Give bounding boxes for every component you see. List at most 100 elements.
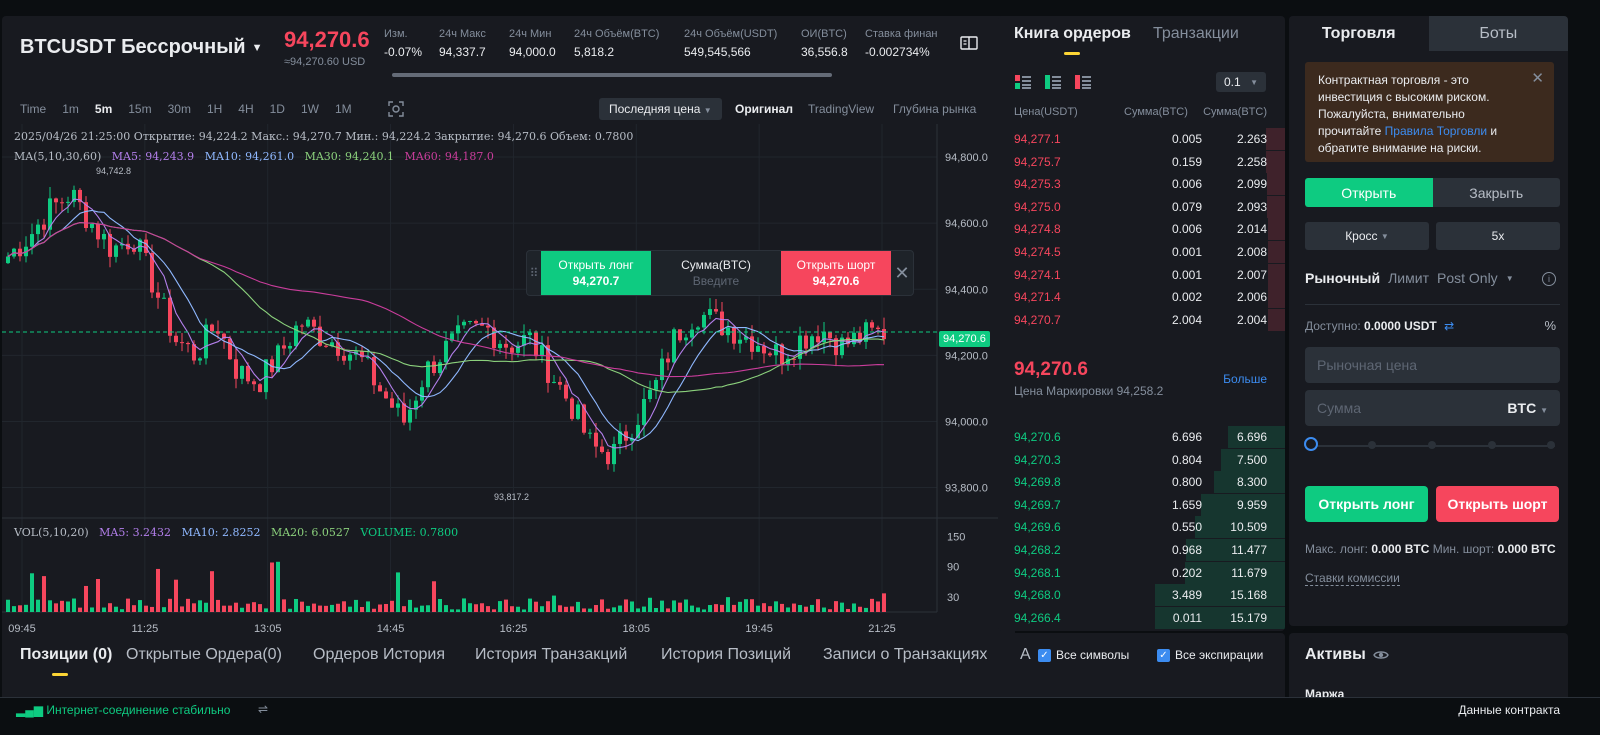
amount-unit-select[interactable]: BTC ▼ bbox=[1507, 400, 1548, 416]
order-type-limit[interactable]: Лимит bbox=[1388, 270, 1429, 286]
bid-row[interactable]: 94,268.0 3.489 15.168 bbox=[998, 584, 1285, 607]
bid-row[interactable]: 94,266.4 0.011 15.179 bbox=[998, 606, 1285, 629]
candle-body bbox=[144, 239, 148, 253]
positions-tab[interactable]: Записи о Транзакциях bbox=[823, 646, 987, 664]
book-size: 1.659 bbox=[1171, 497, 1202, 512]
stat-change: Изм. -0.07% bbox=[384, 28, 423, 59]
candle-body bbox=[60, 202, 64, 204]
close-tab[interactable]: Закрыть bbox=[1432, 178, 1560, 207]
book-icon[interactable] bbox=[960, 35, 978, 51]
open-long-button[interactable]: Открыть лонг bbox=[1305, 486, 1428, 522]
slider-step[interactable] bbox=[1368, 441, 1376, 449]
tab-orderbook[interactable]: Книга ордеров bbox=[1014, 25, 1131, 43]
view-depth[interactable]: Глубина рынка bbox=[893, 102, 976, 116]
book-bids-icon[interactable] bbox=[1044, 74, 1062, 90]
volume-bar bbox=[156, 568, 160, 612]
market-price-input[interactable] bbox=[1305, 347, 1560, 383]
timeframe-1d[interactable]: 1D bbox=[270, 102, 285, 116]
orderbook-panel: Книга ордеров Транзакции 0.1 ▼ Цена(USDT)… bbox=[998, 16, 1285, 631]
candle-body bbox=[606, 451, 610, 465]
tab-trade[interactable]: Торговля bbox=[1289, 16, 1429, 51]
book-both-icon[interactable] bbox=[1014, 74, 1032, 90]
ask-row[interactable]: 94,274.1 0.001 2.007 bbox=[998, 263, 1285, 286]
book-asks-icon[interactable] bbox=[1074, 74, 1092, 90]
order-type-market[interactable]: Рыночный bbox=[1305, 270, 1380, 286]
positions-tab[interactable]: Открытые Ордера(0) bbox=[126, 646, 282, 664]
timeframe-1w[interactable]: 1W bbox=[301, 102, 319, 116]
candle-body bbox=[690, 329, 694, 338]
book-price: 94,270.6 bbox=[1014, 430, 1061, 444]
bid-row[interactable]: 94,268.1 0.202 11.679 bbox=[998, 561, 1285, 584]
timeframe-15m[interactable]: 15m bbox=[128, 102, 151, 116]
positions-tab[interactable]: А bbox=[1020, 646, 1031, 664]
ask-row[interactable]: 94,270.7 2.004 2.004 bbox=[998, 308, 1285, 331]
bid-row[interactable]: 94,270.6 6.696 6.696 bbox=[998, 426, 1285, 448]
ask-row[interactable]: 94,275.3 0.006 2.099 bbox=[998, 173, 1285, 196]
y-tick-label: 94,800.0 bbox=[945, 152, 988, 164]
settings-sliders-icon[interactable]: ⇌ bbox=[258, 702, 268, 716]
timeframe-1m[interactable]: 1M bbox=[335, 102, 352, 116]
bid-row[interactable]: 94,269.6 0.550 10.509 bbox=[998, 516, 1285, 539]
order-type-postonly[interactable]: Post Only bbox=[1437, 270, 1498, 286]
info-icon[interactable]: i bbox=[1542, 272, 1556, 286]
leverage-select[interactable]: 5x bbox=[1436, 222, 1560, 250]
more-link[interactable]: Больше bbox=[1223, 372, 1267, 386]
bid-row[interactable]: 94,270.3 0.804 7.500 bbox=[998, 448, 1285, 471]
candle-body bbox=[252, 381, 256, 385]
ask-row[interactable]: 94,275.7 0.159 2.258 bbox=[998, 150, 1285, 173]
positions-tab[interactable]: История Позиций bbox=[661, 646, 791, 664]
positions-tab[interactable]: Позиции (0) bbox=[20, 646, 112, 664]
bid-row[interactable]: 94,269.7 1.659 9.959 bbox=[998, 493, 1285, 516]
ask-row[interactable]: 94,277.1 0.005 2.263 bbox=[998, 128, 1285, 150]
drag-handle-icon[interactable]: ⠿ bbox=[527, 251, 541, 295]
calculator-icon[interactable]: % bbox=[1544, 318, 1556, 333]
price-type-select[interactable]: Последняя цена ▼ bbox=[599, 98, 722, 120]
screenshot-icon[interactable] bbox=[387, 100, 405, 118]
slider-step[interactable] bbox=[1488, 441, 1496, 449]
chevron-down-icon[interactable]: ▼ bbox=[1506, 274, 1514, 283]
ask-row[interactable]: 94,275.0 0.079 2.093 bbox=[998, 195, 1285, 218]
popup-quantity-input[interactable]: Сумма(BTC) Введите bbox=[651, 251, 781, 295]
all-symbols-checkbox[interactable]: ✓ Все символы bbox=[1038, 648, 1129, 662]
close-icon[interactable]: ✕ bbox=[1531, 70, 1544, 87]
view-original[interactable]: Оригинал bbox=[735, 102, 793, 116]
slider-step[interactable] bbox=[1547, 441, 1555, 449]
timeframe-30m[interactable]: 30m bbox=[168, 102, 191, 116]
price-chart[interactable]: 94,800.0 94,600.0 94,400.0 94,200.0 94,000.0… bbox=[2, 124, 1015, 644]
precision-select[interactable]: 0.1 ▼ bbox=[1216, 72, 1266, 92]
trading-rules-link[interactable]: Правила Торговли bbox=[1385, 124, 1487, 138]
timeframe-5m[interactable]: 5m bbox=[95, 102, 112, 116]
ask-row[interactable]: 94,274.8 0.006 2.014 bbox=[998, 218, 1285, 241]
view-tradingview[interactable]: TradingView bbox=[808, 102, 874, 116]
ask-row[interactable]: 94,271.4 0.002 2.006 bbox=[998, 286, 1285, 309]
popup-open-short-button[interactable]: Открыть шорт 94,270.6 bbox=[781, 251, 891, 295]
slider-step[interactable] bbox=[1428, 441, 1436, 449]
candle-body bbox=[732, 327, 736, 344]
margin-mode-select[interactable]: Кросс ▼ bbox=[1305, 222, 1429, 250]
depth-bar bbox=[1268, 218, 1285, 241]
timeframe-1m[interactable]: 1m bbox=[62, 102, 79, 116]
all-expiries-checkbox[interactable]: ✓ Все экспирации bbox=[1157, 648, 1263, 662]
close-icon[interactable]: ✕ bbox=[891, 251, 913, 295]
stats-scrollbar[interactable] bbox=[392, 73, 832, 77]
tab-trades[interactable]: Транзакции bbox=[1153, 25, 1239, 43]
positions-tab[interactable]: Ордеров История bbox=[313, 646, 445, 664]
transfer-icon[interactable]: ⇄ bbox=[1444, 319, 1454, 333]
bid-row[interactable]: 94,269.8 0.800 8.300 bbox=[998, 471, 1285, 494]
bid-row[interactable]: 94,268.2 0.968 11.477 bbox=[998, 539, 1285, 561]
open-short-button[interactable]: Открыть шорт bbox=[1436, 486, 1559, 522]
candle-body bbox=[552, 381, 556, 383]
tab-bots[interactable]: Боты bbox=[1428, 16, 1568, 51]
open-tab[interactable]: Открыть bbox=[1305, 178, 1433, 207]
timeframe-1h[interactable]: 1H bbox=[207, 102, 222, 116]
timeframe-4h[interactable]: 4H bbox=[238, 102, 253, 116]
fee-rates-link[interactable]: Ставки комиссии bbox=[1305, 571, 1400, 586]
positions-tab[interactable]: История Транзакций bbox=[475, 646, 627, 664]
pair-selector[interactable]: BTCUSDT Бессрочный ▼ bbox=[20, 36, 262, 59]
eye-icon[interactable] bbox=[1373, 649, 1389, 661]
popup-open-long-button[interactable]: Открыть лонг 94,270.7 bbox=[541, 251, 651, 295]
slider-handle[interactable] bbox=[1304, 437, 1318, 451]
contract-data-link[interactable]: Данные контракта bbox=[1458, 703, 1560, 717]
timeframe-time[interactable]: Time bbox=[20, 102, 46, 116]
ask-row[interactable]: 94,274.5 0.001 2.008 bbox=[998, 241, 1285, 263]
